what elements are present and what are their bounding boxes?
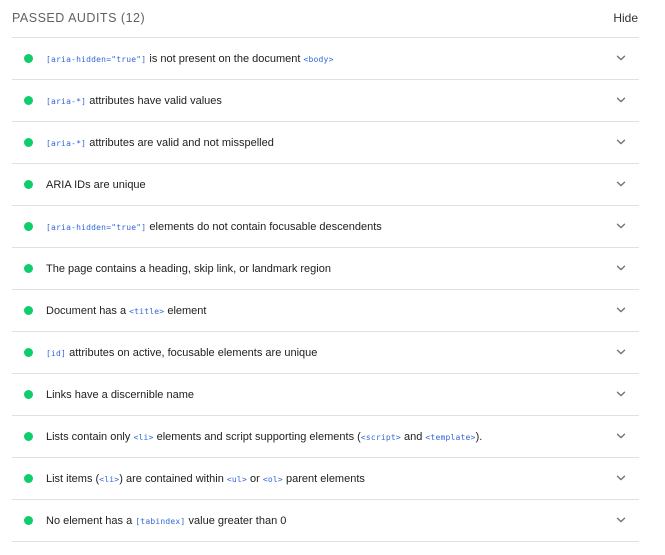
audit-title-code: [aria-*] (46, 97, 87, 106)
audit-title-text: elements do not contain focusable descen… (146, 221, 382, 233)
audit-title-code: [aria-*] (46, 139, 87, 148)
audit-row-duplicate-id-aria[interactable]: ARIA IDs are unique (12, 164, 639, 206)
audit-title-code: [aria-hidden="true"] (46, 55, 147, 64)
audit-row-aria-valid-attr-value[interactable]: [aria-*] attributes have valid values (12, 80, 639, 122)
audit-title-code: [tabindex] (135, 517, 186, 526)
chevron-down-icon[interactable] (616, 53, 626, 63)
audit-title-text: Links have a discernible name (46, 389, 194, 401)
audit-row-list[interactable]: Lists contain only <li> elements and scr… (12, 416, 639, 458)
chevron-down-icon[interactable] (616, 95, 626, 105)
audit-title: Document has a <title> element (46, 303, 206, 320)
audit-title-text: parent elements (282, 473, 365, 485)
audit-title-text: attributes are valid and not misspelled (86, 137, 274, 149)
audit-row-tabindex[interactable]: No element has a [tabindex] value greate… (12, 500, 639, 542)
audit-title-text: List items ( (46, 473, 100, 485)
audit-title-text: The page contains a heading, skip link, … (46, 263, 331, 275)
audit-row-link-name[interactable]: Links have a discernible name (12, 374, 639, 416)
audit-title: No element has a [tabindex] value greate… (46, 513, 286, 530)
audit-list: [aria-hidden="true"] is not present on t… (12, 38, 639, 542)
audit-title-code: <li> (133, 433, 154, 442)
pass-circle-icon (24, 306, 33, 315)
pass-circle-icon (24, 390, 33, 399)
audit-count: (12) (120, 11, 146, 25)
audit-title-text: attributes have valid values (86, 95, 222, 107)
chevron-down-icon[interactable] (616, 305, 626, 315)
audit-title-text: Document has a (46, 305, 130, 317)
pass-circle-icon (24, 96, 33, 105)
audit-title-text: No element has a (46, 515, 136, 527)
audit-title: [aria-hidden="true"] is not present on t… (46, 51, 334, 68)
audit-title-text: ARIA IDs are unique (46, 179, 146, 191)
audit-title-text: ). (475, 431, 483, 443)
audit-row-aria-hidden-body[interactable]: [aria-hidden="true"] is not present on t… (12, 38, 639, 80)
audit-title-code: [aria-hidden="true"] (46, 223, 147, 232)
audit-title-code: <template> (425, 433, 476, 442)
pass-circle-icon (24, 54, 33, 63)
audit-title-text: ) are contained within (119, 473, 227, 485)
audit-title-code: <body> (303, 55, 334, 64)
audit-title: Links have a discernible name (46, 387, 194, 403)
audit-title-text: element (164, 305, 207, 317)
audit-title-code: <ul> (226, 475, 247, 484)
audit-title-text: and (400, 431, 426, 443)
audit-row-document-title[interactable]: Document has a <title> element (12, 290, 639, 332)
pass-circle-icon (24, 432, 33, 441)
chevron-down-icon[interactable] (616, 431, 626, 441)
audit-title: [aria-*] attributes are valid and not mi… (46, 135, 274, 152)
chevron-down-icon[interactable] (616, 221, 626, 231)
audit-title-text: Lists contain only (46, 431, 134, 443)
audit-title-code: <ol> (262, 475, 283, 484)
section-title-text: PASSED AUDITS (12, 11, 117, 25)
audit-title-text: or (246, 473, 263, 485)
pass-circle-icon (24, 474, 33, 483)
audit-row-listitem[interactable]: List items (<li>) are contained within <… (12, 458, 639, 500)
pass-circle-icon (24, 180, 33, 189)
section-title: PASSED AUDITS (12) (12, 11, 145, 25)
audit-row-aria-valid-attr[interactable]: [aria-*] attributes are valid and not mi… (12, 122, 639, 164)
audit-title-code: <li> (99, 475, 120, 484)
pass-circle-icon (24, 222, 33, 231)
audit-title-text: attributes on active, focusable elements… (66, 347, 318, 359)
audit-title: [aria-*] attributes have valid values (46, 93, 222, 110)
pass-circle-icon (24, 348, 33, 357)
passed-audits-header: PASSED AUDITS (12) Hide (12, 0, 639, 38)
pass-circle-icon (24, 264, 33, 273)
audit-title: [id] attributes on active, focusable ele… (46, 345, 317, 362)
audit-title-text: value greater than 0 (185, 515, 287, 527)
audit-title: Lists contain only <li> elements and scr… (46, 429, 482, 446)
chevron-down-icon[interactable] (616, 473, 626, 483)
chevron-down-icon[interactable] (616, 263, 626, 273)
audit-title-code: <title> (129, 307, 165, 316)
chevron-down-icon[interactable] (616, 179, 626, 189)
chevron-down-icon[interactable] (616, 347, 626, 357)
pass-circle-icon (24, 516, 33, 525)
audit-title-text: elements and script supporting elements … (153, 431, 361, 443)
audit-title: [aria-hidden="true"] elements do not con… (46, 219, 382, 236)
audit-title: ARIA IDs are unique (46, 177, 146, 193)
chevron-down-icon[interactable] (616, 137, 626, 147)
audit-title: The page contains a heading, skip link, … (46, 261, 331, 277)
chevron-down-icon[interactable] (616, 389, 626, 399)
audit-row-bypass[interactable]: The page contains a heading, skip link, … (12, 248, 639, 290)
pass-circle-icon (24, 138, 33, 147)
audit-title-text: is not present on the document (146, 53, 304, 65)
audit-row-aria-hidden-focus[interactable]: [aria-hidden="true"] elements do not con… (12, 206, 639, 248)
audit-row-duplicate-id-active[interactable]: [id] attributes on active, focusable ele… (12, 332, 639, 374)
audit-title-code: [id] (46, 349, 67, 358)
audit-title-code: <script> (360, 433, 401, 442)
hide-button[interactable]: Hide (613, 11, 638, 25)
chevron-down-icon[interactable] (616, 515, 626, 525)
audit-title: List items (<li>) are contained within <… (46, 471, 365, 488)
